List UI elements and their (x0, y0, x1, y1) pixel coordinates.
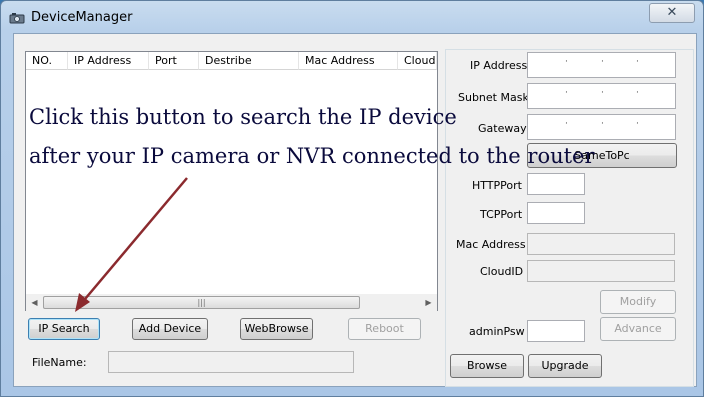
annotation-line-2: after your IP camera or NVR connected to… (29, 144, 595, 168)
scroll-thumb[interactable]: ||| (43, 296, 360, 309)
subnet-mask-label: Subnet Mask (458, 91, 529, 104)
horizontal-scrollbar[interactable]: ◀ ||| ▶ (26, 294, 437, 311)
ip-address-field[interactable]: · · · (527, 52, 676, 78)
tcp-port-field[interactable] (527, 202, 585, 224)
admin-psw-label: adminPsw (469, 325, 525, 338)
http-port-field[interactable] (527, 173, 585, 195)
gateway-field[interactable]: · · · (527, 114, 676, 140)
client-area: NO. IP Address Port Destribe Mac Address… (13, 33, 697, 387)
column-header-cloudid[interactable]: CloudID (398, 52, 437, 70)
http-port-label: HTTPPort (472, 179, 522, 192)
tcp-port-label: TCPPort (480, 208, 523, 221)
device-manager-window: DeviceManager ✕ NO. IP Address Port Dest… (0, 0, 704, 397)
modify-button[interactable]: Modify (600, 290, 676, 314)
column-header-destribe[interactable]: Destribe (199, 52, 299, 70)
advance-button[interactable]: Advance (600, 317, 676, 341)
column-header-no[interactable]: NO. (26, 52, 68, 70)
subnet-mask-field[interactable]: · · · (527, 83, 676, 109)
close-button[interactable]: ✕ (649, 3, 695, 23)
close-icon: ✕ (666, 5, 678, 20)
cloud-id-field[interactable] (527, 260, 675, 282)
mac-address-label: Mac Address (456, 238, 526, 251)
file-name-label: FileName: (32, 356, 87, 369)
admin-psw-field[interactable] (527, 320, 585, 342)
column-header-mac-address[interactable]: Mac Address (299, 52, 398, 70)
upgrade-button[interactable]: Upgrade (528, 354, 602, 378)
app-icon (9, 13, 25, 24)
ip-search-button[interactable]: IP Search (28, 318, 100, 340)
column-header-ip-address[interactable]: IP Address (68, 52, 149, 70)
scroll-right-icon[interactable]: ▶ (420, 294, 437, 311)
mac-address-field[interactable] (527, 233, 675, 255)
file-name-field[interactable] (108, 351, 354, 373)
column-header-port[interactable]: Port (149, 52, 199, 70)
ip-address-label: IP Address (470, 59, 528, 72)
window-title: DeviceManager (31, 10, 133, 25)
cloud-id-label: CloudID (480, 265, 524, 278)
title-bar[interactable]: DeviceManager ✕ (1, 1, 703, 33)
add-device-button[interactable]: Add Device (132, 318, 208, 340)
gateway-label: Gateway (478, 122, 527, 135)
scroll-left-icon[interactable]: ◀ (26, 294, 43, 311)
reboot-button[interactable]: Reboot (348, 318, 421, 340)
web-browse-button[interactable]: WebBrowse (240, 318, 313, 340)
browse-button[interactable]: Browse (450, 354, 524, 378)
device-list[interactable]: NO. IP Address Port Destribe Mac Address… (25, 51, 438, 311)
annotation-line-1: Click this button to search the IP devic… (29, 105, 457, 129)
